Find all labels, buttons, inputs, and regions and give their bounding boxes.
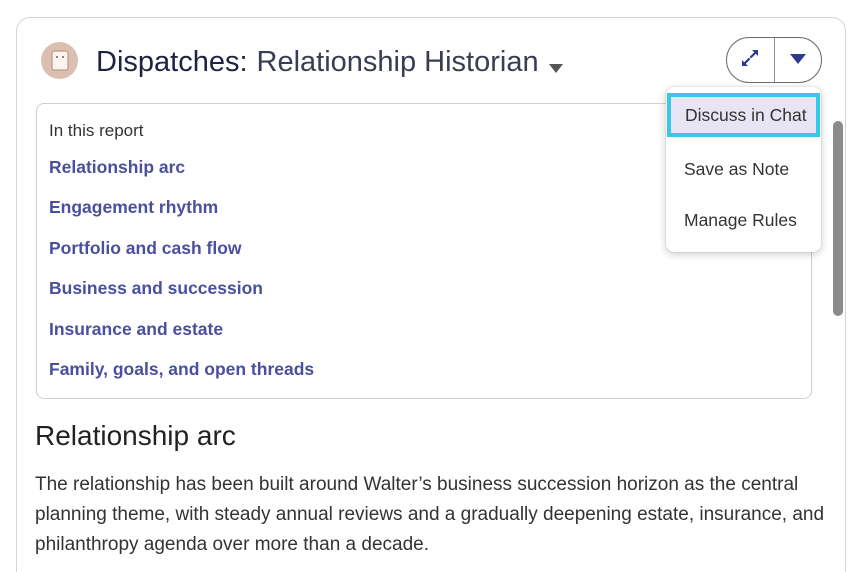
toc-link-family-goals[interactable]: Family, goals, and open threads bbox=[49, 359, 314, 380]
toc-link-insurance-estate[interactable]: Insurance and estate bbox=[49, 319, 223, 340]
notebook-icon bbox=[41, 42, 78, 79]
title-name: Relationship Historian bbox=[256, 46, 539, 78]
caret-down-icon bbox=[789, 51, 806, 69]
scrollbar-thumb[interactable] bbox=[833, 121, 843, 316]
toc-link-relationship-arc[interactable]: Relationship arc bbox=[49, 157, 185, 178]
menu-item-manage-rules[interactable]: Manage Rules bbox=[666, 198, 821, 242]
toc-link-engagement-rhythm[interactable]: Engagement rhythm bbox=[49, 197, 218, 218]
caret-down-icon[interactable] bbox=[548, 48, 563, 81]
menu-item-save-as-note[interactable]: Save as Note bbox=[666, 147, 821, 191]
action-button-group bbox=[726, 37, 822, 83]
section-heading: Relationship arc bbox=[35, 420, 236, 451]
title-prefix: Dispatches: bbox=[96, 46, 248, 78]
expand-button[interactable] bbox=[727, 38, 774, 82]
toc-link-portfolio-cash-flow[interactable]: Portfolio and cash flow bbox=[49, 238, 242, 259]
expand-icon bbox=[739, 47, 761, 74]
menu-toggle-button[interactable] bbox=[775, 38, 822, 82]
menu-item-discuss-in-chat[interactable]: Discuss in Chat bbox=[667, 93, 820, 137]
toc-link-business-succession[interactable]: Business and succession bbox=[49, 278, 263, 299]
toc-heading: In this report bbox=[49, 121, 144, 140]
card-header: Dispatches: Relationship Historian bbox=[41, 42, 831, 84]
actions-dropdown-menu: Discuss in Chat Save as Note Manage Rule… bbox=[666, 87, 821, 252]
page-title[interactable]: Dispatches: Relationship Historian bbox=[96, 44, 563, 81]
section-paragraph: The relationship has been built around W… bbox=[35, 474, 825, 555]
